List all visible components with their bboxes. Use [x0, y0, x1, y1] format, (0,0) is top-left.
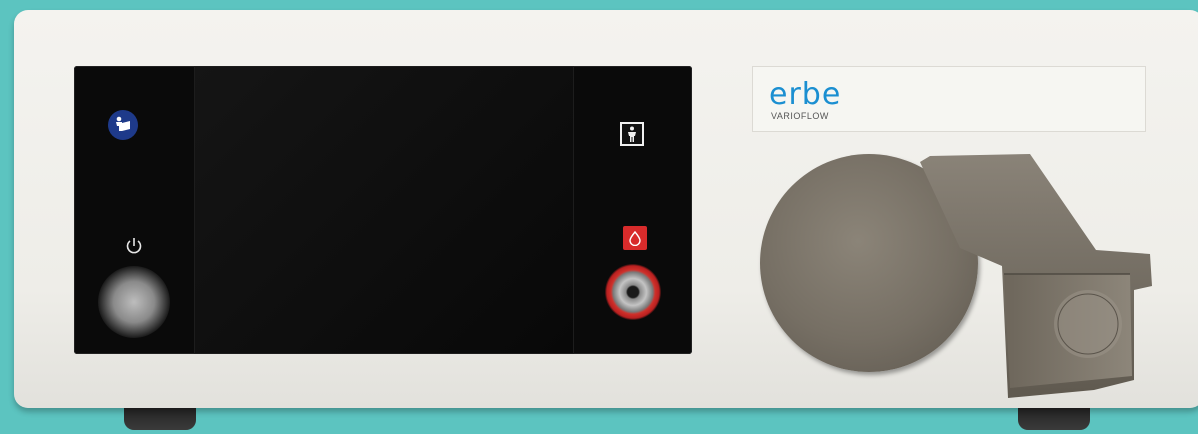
control-panel — [74, 66, 692, 354]
irrigation-connector-socket[interactable] — [605, 264, 661, 320]
model-name: VARIOFLOW — [771, 111, 829, 121]
read-instructions-icon — [108, 110, 138, 140]
brand-logo: erbe — [769, 77, 842, 112]
pump-head-lever[interactable] — [920, 154, 1160, 414]
power-button[interactable] — [98, 266, 170, 338]
irrigation-drop-icon — [623, 226, 647, 250]
display-screen[interactable] — [194, 66, 574, 354]
patient-type-bf-icon — [620, 122, 644, 146]
device-housing: erbe VARIOFLOW — [14, 10, 1198, 408]
brand-label-plate: erbe VARIOFLOW — [752, 66, 1146, 132]
power-icon — [122, 236, 146, 260]
